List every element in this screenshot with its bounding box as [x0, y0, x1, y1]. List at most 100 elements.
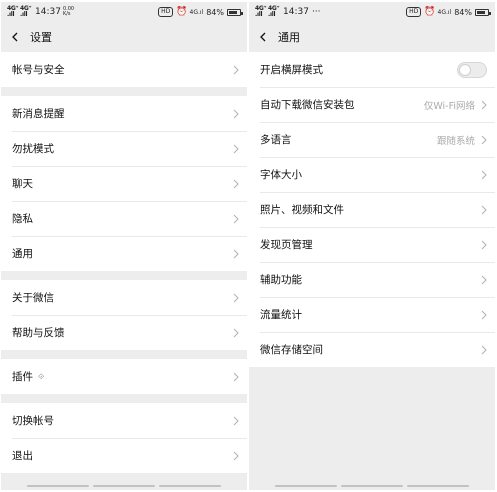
- battery-percent: 84%: [454, 7, 472, 17]
- chevron-right-icon: [233, 214, 239, 223]
- landscape-mode-toggle[interactable]: [457, 61, 487, 78]
- settings-group: 关于微信 帮助与反馈: [1, 280, 247, 350]
- hd-badge: HD: [406, 7, 422, 17]
- list-item[interactable]: 辅助功能: [249, 262, 495, 297]
- list-item[interactable]: 发现页管理: [249, 227, 495, 262]
- list-item[interactable]: 流量统计: [249, 297, 495, 332]
- chevron-right-icon: [233, 144, 239, 153]
- back-arrow-icon[interactable]: [258, 32, 268, 42]
- chevron-right-icon: [481, 205, 487, 214]
- more-dots: ···: [311, 7, 321, 17]
- chevron-right-icon: [481, 345, 487, 354]
- settings-screen: 4G⁺ .ıll 4G⁺ .ıll 14:37 0.00 K/s HD ⏰ 4G…: [1, 2, 247, 490]
- chevron-right-icon: [481, 240, 487, 249]
- back-arrow-icon[interactable]: [10, 32, 20, 42]
- list-item-label: 退出: [12, 450, 33, 462]
- chevron-right-icon: [233, 328, 239, 337]
- list-item-label: 勿扰模式: [12, 143, 54, 155]
- list-item-label: 切换帐号: [12, 415, 54, 427]
- status-time: 14:37: [283, 7, 309, 17]
- status-time: 14:37: [35, 7, 61, 17]
- list-item-value: 仅Wi-Fi网络: [423, 100, 475, 112]
- list-item[interactable]: 切换帐号: [1, 403, 247, 438]
- alarm-icon: ⏰: [424, 7, 436, 17]
- battery-percent: 84%: [206, 7, 224, 17]
- list-item-value: 跟随系统: [436, 135, 475, 147]
- list-item-label: 自动下载微信安装包: [260, 99, 355, 111]
- list-item[interactable]: 字体大小: [249, 157, 495, 192]
- list-item[interactable]: 勿扰模式: [1, 131, 247, 166]
- signal-4g: 4G.ıl: [437, 8, 452, 16]
- status-bar: 4G⁺ .ıll 4G⁺ .ıll 14:37 ··· HD ⏰ 4G.ıl 8…: [249, 2, 495, 22]
- settings-group: 插件 ⟐: [1, 359, 247, 394]
- list-item[interactable]: 多语言 跟随系统: [249, 122, 495, 157]
- list-item[interactable]: 微信存储空间: [249, 332, 495, 367]
- list-item-label: 新消息提醒: [12, 108, 65, 120]
- general-screen: 4G⁺ .ıll 4G⁺ .ıll 14:37 ··· HD ⏰ 4G.ıl 8…: [249, 2, 495, 490]
- list-item[interactable]: 关于微信: [1, 280, 247, 315]
- net-speed: 0.00 K/s: [62, 6, 75, 17]
- signal-4g: 4G.ıl: [189, 8, 204, 16]
- list-item-label: 发现页管理: [260, 239, 313, 251]
- chevron-right-icon: [481, 310, 487, 319]
- signal-indicator-1: 4G⁺ .ıll: [7, 5, 19, 18]
- settings-group: 切换帐号 退出: [1, 403, 247, 473]
- home-indicator: [1, 485, 247, 487]
- list-item-label: 辅助功能: [260, 274, 302, 286]
- chevron-right-icon: [233, 451, 239, 460]
- list-item-label: 开启横屏模式: [260, 64, 323, 76]
- nav-bar: 通用: [249, 22, 495, 52]
- list-item[interactable]: 自动下载微信安装包 仅Wi-Fi网络: [249, 87, 495, 122]
- status-bar: 4G⁺ .ıll 4G⁺ .ıll 14:37 0.00 K/s HD ⏰ 4G…: [1, 2, 247, 22]
- toggle-knob: [459, 63, 471, 76]
- page-title: 设置: [30, 31, 52, 44]
- list-item-label: 插件: [12, 371, 33, 383]
- list-item-label: 隐私: [12, 213, 33, 225]
- chevron-right-icon: [233, 179, 239, 188]
- chevron-right-icon: [481, 135, 487, 144]
- list-item-label: 帮助与反馈: [12, 327, 65, 339]
- signal-indicator-1: 4G⁺ .ıll: [255, 5, 267, 18]
- list-item[interactable]: 开启横屏模式: [249, 52, 495, 87]
- list-item[interactable]: 隐私: [1, 201, 247, 236]
- chevron-right-icon: [233, 65, 239, 74]
- list-item[interactable]: 插件 ⟐: [1, 359, 247, 394]
- general-list: 开启横屏模式自动下载微信安装包 仅Wi-Fi网络多语言 跟随系统字体大小照片、视频和…: [249, 52, 495, 367]
- list-item[interactable]: 通用: [1, 236, 247, 271]
- battery-icon: [227, 8, 243, 16]
- list-item[interactable]: 帐号与安全: [1, 52, 247, 87]
- list-item-label: 多语言: [260, 134, 292, 146]
- list-item[interactable]: 帮助与反馈: [1, 315, 247, 350]
- chevron-right-icon: [233, 109, 239, 118]
- hd-badge: HD: [158, 7, 174, 17]
- list-item[interactable]: 聊天: [1, 166, 247, 201]
- chevron-right-icon: [233, 249, 239, 258]
- chevron-right-icon: [233, 416, 239, 425]
- page-title: 通用: [278, 31, 300, 44]
- settings-list: 帐号与安全新消息提醒勿扰模式聊天隐私通用关于微信帮助与反馈插件 ⟐ 切换帐号退出: [1, 52, 247, 473]
- settings-group: 新消息提醒勿扰模式聊天隐私通用: [1, 96, 247, 271]
- list-item-label: 通用: [12, 248, 33, 260]
- puzzle-icon: ⟐: [38, 371, 45, 381]
- list-item-label: 关于微信: [12, 292, 54, 304]
- nav-bar: 设置: [1, 22, 247, 52]
- signal-indicator-2: 4G⁺ .ıll: [20, 5, 32, 18]
- list-item-label: 字体大小: [260, 169, 302, 181]
- chevron-right-icon: [481, 100, 487, 109]
- list-item[interactable]: 照片、视频和文件: [249, 192, 495, 227]
- list-item-label: 微信存储空间: [260, 344, 323, 356]
- list-item-label: 流量统计: [260, 309, 302, 321]
- home-indicator: [249, 485, 495, 487]
- chevron-right-icon: [481, 170, 487, 179]
- list-item-label: 帐号与安全: [12, 64, 65, 76]
- chevron-right-icon: [233, 372, 239, 381]
- list-item-label: 聊天: [12, 178, 33, 190]
- list-item[interactable]: 新消息提醒: [1, 96, 247, 131]
- chevron-right-icon: [233, 293, 239, 302]
- settings-group: 帐号与安全: [1, 52, 247, 87]
- chevron-right-icon: [481, 275, 487, 284]
- list-item-label: 照片、视频和文件: [260, 204, 344, 216]
- alarm-icon: ⏰: [176, 7, 188, 17]
- battery-icon: [475, 8, 491, 16]
- list-item[interactable]: 退出: [1, 438, 247, 473]
